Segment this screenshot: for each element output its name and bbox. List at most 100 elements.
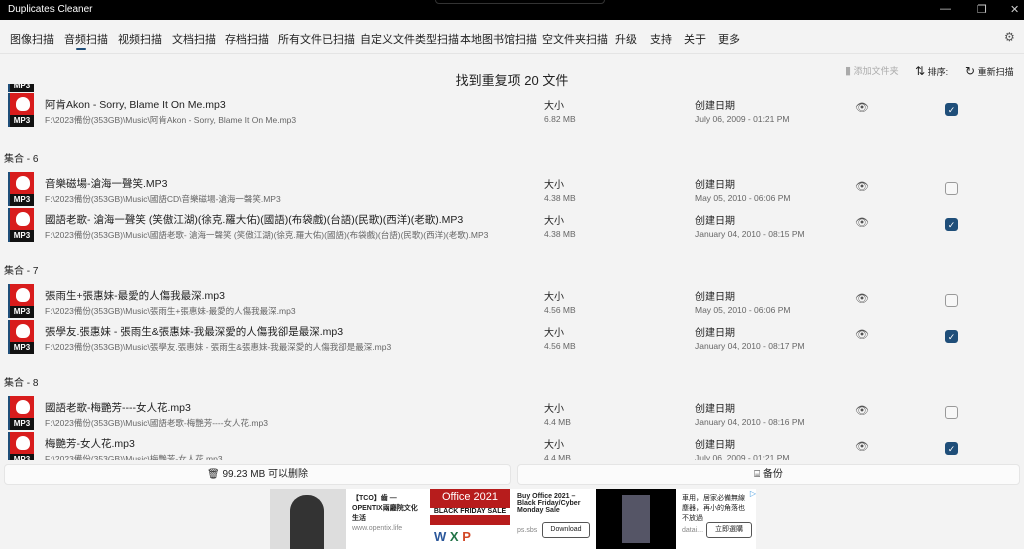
eye-icon[interactable]: 👁	[855, 101, 869, 114]
minimize-button[interactable]: —	[940, 3, 951, 15]
eye-icon[interactable]: 👁	[855, 404, 869, 417]
file-size: 4.4 MB	[544, 417, 571, 427]
select-checkbox[interactable]	[945, 406, 958, 419]
eye-icon[interactable]: 👁	[855, 328, 869, 341]
tab-4[interactable]: 存档扫描	[225, 31, 269, 47]
date-label: 创建日期	[695, 404, 735, 415]
list-item[interactable]: MP3 阿肯Akon - Sorry, Blame It On Me.mp3 F…	[0, 93, 1024, 128]
file-date: May 05, 2010 - 06:06 PM	[695, 193, 791, 203]
mp3-file-icon: MP3	[8, 432, 34, 460]
file-date: January 04, 2010 - 08:17 PM	[695, 341, 805, 351]
select-checkbox[interactable]: ✓	[945, 103, 958, 116]
folder-icon: ▮	[845, 65, 852, 77]
tab-8[interactable]: 空文件夹扫描	[542, 31, 608, 47]
select-checkbox[interactable]: ✓	[945, 218, 958, 231]
mp3-label: MP3	[10, 230, 34, 242]
ad-text-a: 【TCO】齒 — OPENTIX兩廳院文化生活	[352, 495, 418, 522]
file-date: May 05, 2010 - 06:06 PM	[695, 305, 791, 315]
mp3-label: MP3	[10, 306, 34, 318]
duplicate-list[interactable]: MP3 集合 - 6 集合 - 7 集合 - 8 MP3 阿肯Akon - Sorry,…	[0, 84, 1024, 460]
file-date: July 06, 2009 - 01:21 PM	[695, 114, 790, 124]
maximize-button[interactable]: ❐	[977, 3, 987, 16]
date-label: 创建日期	[695, 101, 735, 112]
file-date: July 06, 2009 - 01:21 PM	[695, 453, 790, 460]
close-button[interactable]: ✕	[1010, 3, 1019, 16]
file-path: F:\2023備份(353GB)\Music\梅艷芳-女人花.mp3	[45, 454, 223, 460]
file-name: 國語老歌- 滄海一聲笑 (笑傲江湖)(徐克.羅大佑)(國語)(布袋戲)(台語)(…	[45, 214, 464, 226]
size-label: 大小	[544, 404, 564, 415]
file-date: January 04, 2010 - 08:15 PM	[695, 229, 805, 239]
mp3-file-icon: MP3	[8, 396, 34, 430]
tab-1[interactable]: 音频扫描	[64, 31, 108, 50]
list-item[interactable]: MP3 梅艷芳-女人花.mp3 F:\2023備份(353GB)\Music\梅…	[0, 432, 1024, 460]
date-label: 创建日期	[695, 292, 735, 303]
title-search-box[interactable]	[435, 0, 605, 4]
adchoices-icon[interactable]: ▷	[750, 489, 756, 498]
file-name: 梅艷芳-女人花.mp3	[45, 438, 135, 450]
backup-button[interactable]: ⌸ 备份	[517, 464, 1020, 485]
tab-10[interactable]: 支持	[650, 31, 672, 47]
mp3-file-icon: MP3	[8, 93, 34, 127]
select-checkbox[interactable]: ✓	[945, 442, 958, 455]
tab-6[interactable]: 自定义文件类型扫描	[360, 31, 459, 47]
tab-7[interactable]: 本地图书馆扫描	[460, 31, 537, 47]
ad-text-d: 車用，居家必備無線塵器，再小的角落也不放過	[682, 495, 745, 522]
tab-5[interactable]: 所有文件已扫描	[278, 31, 355, 47]
date-label: 创建日期	[695, 328, 735, 339]
list-item[interactable]: MP3 張學友.張惠妹 - 張雨生&張惠妹-我最深愛的人傷我卻是最深.mp3 F…	[0, 320, 1024, 355]
advertisement-banner[interactable]: 【TCO】齒 — OPENTIX兩廳院文化生活 www.opentix.life…	[270, 489, 756, 549]
file-size: 6.82 MB	[544, 114, 576, 124]
size-label: 大小	[544, 216, 564, 227]
file-size: 4.56 MB	[544, 341, 576, 351]
tab-0[interactable]: 图像扫描	[10, 31, 54, 47]
date-label: 创建日期	[695, 180, 735, 191]
file-name: 張學友.張惠妹 - 張雨生&張惠妹-我最深愛的人傷我卻是最深.mp3	[45, 326, 344, 338]
eye-icon[interactable]: 👁	[855, 216, 869, 229]
size-label: 大小	[544, 292, 564, 303]
file-size: 4.38 MB	[544, 193, 576, 203]
tab-11[interactable]: 关于	[684, 31, 706, 47]
sort-icon: ⇅	[915, 64, 926, 78]
add-folder-button[interactable]: ▮ 添加文件夹	[845, 64, 899, 77]
rescan-button[interactable]: ↻ 重新扫描	[965, 64, 1014, 78]
date-label: 创建日期	[695, 440, 735, 451]
list-item-partial[interactable]: MP3	[0, 84, 1024, 93]
mp3-file-icon: MP3	[8, 320, 34, 354]
trash-icon: 🗑	[206, 469, 220, 480]
list-item[interactable]: MP3 音樂磁場-滄海一聲笑.MP3 F:\2023備份(353GB)\Musi…	[0, 172, 1024, 207]
tab-2[interactable]: 视频扫描	[118, 31, 162, 47]
file-path: F:\2023備份(353GB)\Music\國語老歌- 滄海一聲笑 (笑傲江湖…	[45, 230, 489, 240]
sort-label: 排序:	[927, 67, 949, 77]
list-item[interactable]: MP3 國語老歌-梅艷芳----女人花.mp3 F:\2023備份(353GB)…	[0, 396, 1024, 431]
ad-office-title: Office 2021	[441, 491, 499, 503]
file-name: 音樂磁場-滄海一聲笑.MP3	[45, 178, 168, 190]
sort-button[interactable]: ⇅ 排序:	[915, 64, 948, 78]
tab-12[interactable]: 更多	[718, 31, 740, 47]
file-size: 4.38 MB	[544, 229, 576, 239]
mp3-label: MP3	[10, 84, 34, 92]
ad-download-button[interactable]: Download	[542, 522, 590, 538]
ad-buy-button[interactable]: 立即選購	[706, 522, 752, 538]
mp3-label: MP3	[10, 418, 34, 430]
tab-3[interactable]: 文档扫描	[172, 31, 216, 47]
delete-button[interactable]: 🗑 99.23 MB 可以删除	[4, 464, 511, 485]
mp3-label: MP3	[10, 115, 34, 127]
date-label: 创建日期	[695, 216, 735, 227]
select-checkbox[interactable]	[945, 294, 958, 307]
size-label: 大小	[544, 440, 564, 451]
list-item[interactable]: MP3 張雨生+張惠妹-最愛的人傷我最深.mp3 F:\2023備份(353GB…	[0, 284, 1024, 319]
gear-icon[interactable]: ⚙	[1004, 30, 1015, 44]
select-checkbox[interactable]	[945, 182, 958, 195]
eye-icon[interactable]: 👁	[855, 180, 869, 193]
mp3-file-icon: MP3	[8, 172, 34, 206]
file-name: 國語老歌-梅艷芳----女人花.mp3	[45, 402, 191, 414]
office-app-icons: W X P	[434, 529, 471, 544]
eye-icon[interactable]: 👁	[855, 440, 869, 453]
ad-url-d: datai...	[682, 527, 704, 534]
select-checkbox[interactable]: ✓	[945, 330, 958, 343]
eye-icon[interactable]: 👁	[855, 292, 869, 305]
mp3-file-icon: MP3	[8, 284, 34, 318]
backup-label: 备份	[762, 469, 783, 480]
list-item[interactable]: MP3 國語老歌- 滄海一聲笑 (笑傲江湖)(徐克.羅大佑)(國語)(布袋戲)(…	[0, 208, 1024, 243]
tab-9[interactable]: 升级	[615, 31, 637, 47]
